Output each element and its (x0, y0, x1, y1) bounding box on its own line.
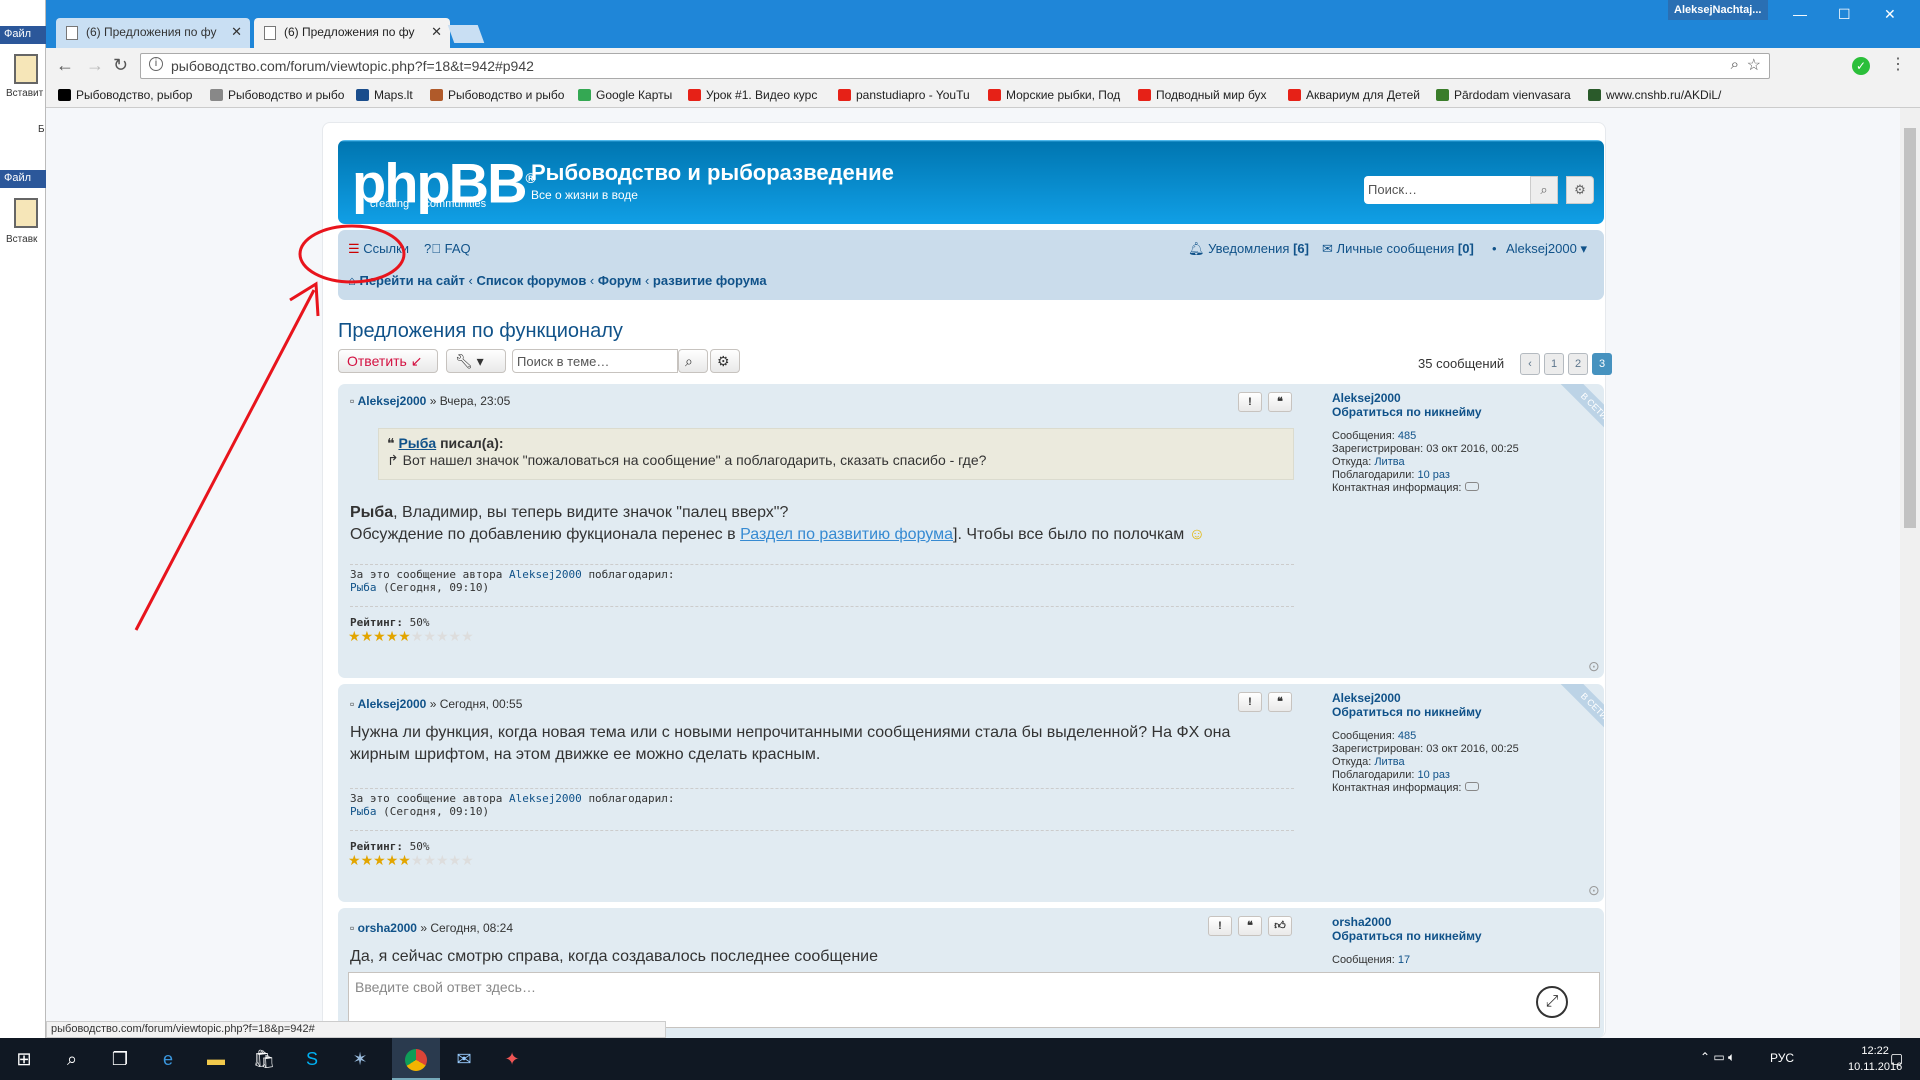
tray-icons[interactable]: ⌃ ▭ 🔈︎ (1700, 1050, 1735, 1065)
language-indicator[interactable]: РУС (1770, 1051, 1794, 1065)
edge-icon[interactable]: e (144, 1038, 192, 1080)
search-icon[interactable]: ⌕ (48, 1038, 96, 1080)
file-explorer-icon[interactable]: ▬ (192, 1038, 240, 1080)
annotation-circle (298, 224, 406, 284)
task-view-icon[interactable]: ❐ (96, 1038, 144, 1080)
app-icon-3[interactable]: ✦ (488, 1038, 536, 1080)
windows-start-icon[interactable]: ⊞ (0, 1038, 48, 1080)
skype-icon[interactable]: S (288, 1038, 336, 1080)
app-icon[interactable]: ✶ (336, 1038, 384, 1080)
chrome-icon[interactable] (392, 1038, 440, 1080)
app-icon-2[interactable]: ✉ (440, 1038, 488, 1080)
store-icon[interactable]: 🛍︎ (240, 1038, 288, 1080)
annotation-overlay (134, 224, 406, 631)
annotation-arrow-line (134, 289, 316, 631)
notification-center-icon[interactable]: ▢ (1890, 1050, 1903, 1067)
